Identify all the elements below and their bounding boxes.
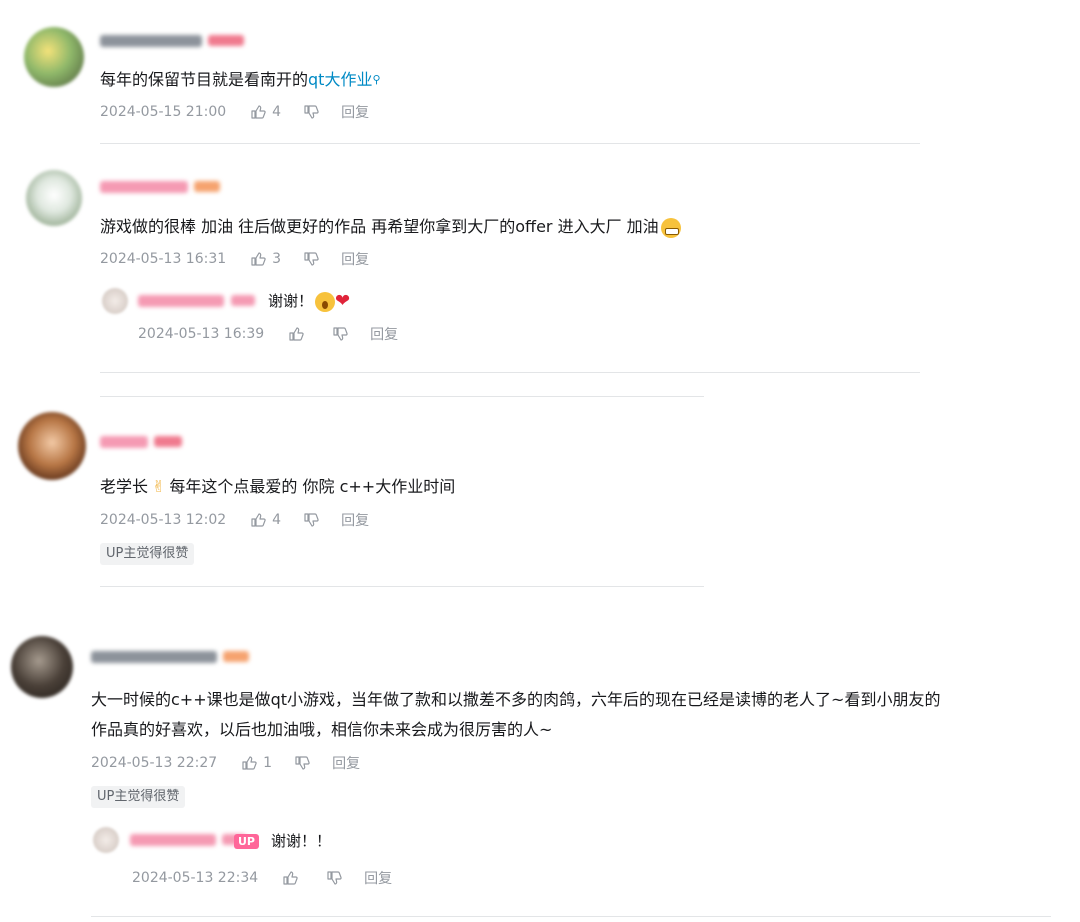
divider xyxy=(100,586,704,587)
thumb-up-icon xyxy=(251,513,266,527)
divider xyxy=(100,372,920,373)
comment-meta: 2024-05-13 22:27 1 回复 xyxy=(91,753,360,773)
like-button[interactable]: 4 xyxy=(250,512,281,528)
reply-button[interactable]: 回复 xyxy=(370,324,398,344)
reply-button[interactable]: 回复 xyxy=(341,510,369,530)
level-badge xyxy=(223,651,249,662)
comment-text: 游戏做的很棒 加油 往后做更好的作品 再希望你拿到大厂的offer 进入大厂 加… xyxy=(100,214,681,240)
thumb-up-icon xyxy=(289,327,304,341)
divider xyxy=(100,143,920,144)
thumb-down-icon xyxy=(333,327,348,341)
level-badge xyxy=(154,436,182,447)
comment-meta: 2024-05-13 12:02 4 回复 xyxy=(100,510,369,530)
dislike-button[interactable] xyxy=(294,755,310,771)
reply-button[interactable]: 回复 xyxy=(341,102,369,122)
reply-text: 谢谢！ ❤ xyxy=(268,288,350,315)
avatar[interactable] xyxy=(26,170,82,226)
up-liked-tag: UP主觉得很赞 xyxy=(91,786,186,808)
thumb-down-icon xyxy=(327,871,342,885)
thumb-down-icon xyxy=(295,756,310,770)
comment-meta: 2024-05-13 16:31 3 回复 xyxy=(100,249,369,269)
dislike-button[interactable] xyxy=(303,251,319,267)
divider xyxy=(91,916,1051,917)
dislike-button[interactable] xyxy=(303,104,319,120)
reply-text: 谢谢！！ xyxy=(271,832,332,850)
thumb-down-icon xyxy=(304,513,319,527)
username[interactable] xyxy=(91,651,217,663)
comment-time: 2024-05-13 12:02 xyxy=(100,512,227,528)
thumb-down-icon xyxy=(304,252,319,266)
search-icon: ⚲ xyxy=(372,73,381,86)
reply-meta: 2024-05-13 22:34 回复 xyxy=(132,868,392,888)
reply-level-badge xyxy=(231,295,255,306)
reply-time: 2024-05-13 16:39 xyxy=(138,326,265,342)
reply-username[interactable] xyxy=(130,834,216,846)
comment-text-line1: 大一时候的c++课也是做qt小游戏，当年做了款和以撒差不多的肉鸽，六年后的现在已… xyxy=(91,690,941,709)
level-badge xyxy=(194,181,220,192)
like-button[interactable] xyxy=(288,326,310,342)
thumb-down-icon xyxy=(304,105,319,119)
comment-text-line2: 作品真的好喜欢，以后也加油哦，相信你未来会成为很厉害的人~ xyxy=(91,720,553,739)
up-badge: UP xyxy=(234,834,259,849)
username[interactable] xyxy=(100,35,202,47)
dislike-button[interactable] xyxy=(326,870,342,886)
thumb-up-icon xyxy=(283,871,298,885)
like-count: 3 xyxy=(272,251,282,267)
like-button[interactable]: 1 xyxy=(241,755,272,771)
victory-hand-icon: ✌ xyxy=(152,477,166,496)
up-liked-tag: UP主觉得很赞 xyxy=(100,543,195,565)
reply-time: 2024-05-13 22:34 xyxy=(132,870,259,886)
dislike-button[interactable] xyxy=(332,326,348,342)
comment-time: 2024-05-13 16:31 xyxy=(100,251,227,267)
avatar[interactable] xyxy=(11,636,73,698)
like-button[interactable] xyxy=(282,870,304,886)
reply-button[interactable]: 回复 xyxy=(332,753,360,773)
comment-time: 2024-05-13 22:27 xyxy=(91,755,218,771)
reply-avatar[interactable] xyxy=(93,827,119,853)
reply-button[interactable]: 回复 xyxy=(364,868,392,888)
comment-text-body: 游戏做的很棒 加油 往后做更好的作品 再希望你拿到大厂的offer 进入大厂 加… xyxy=(100,217,659,236)
like-count: 1 xyxy=(263,755,273,771)
avatar[interactable] xyxy=(18,412,86,480)
reply-avatar[interactable] xyxy=(102,288,128,314)
reply-username[interactable] xyxy=(138,295,224,307)
shocked-emoji-icon xyxy=(315,291,336,312)
grin-emoji-icon xyxy=(660,217,681,238)
like-button[interactable]: 3 xyxy=(250,251,281,267)
username[interactable] xyxy=(100,436,148,448)
divider xyxy=(100,396,704,397)
avatar[interactable] xyxy=(24,27,84,87)
like-count: 4 xyxy=(272,512,282,528)
username[interactable] xyxy=(100,181,188,193)
comment-text-rest: 每年这个点最爱的 你院 c++大作业时间 xyxy=(169,477,456,496)
comment-text: 老学长 ✌ 每年这个点最爱的 你院 c++大作业时间 xyxy=(100,474,455,500)
comment-text-plain: 每年的保留节目就是看南开的 xyxy=(100,70,309,89)
like-count: 4 xyxy=(272,104,282,120)
thumb-up-icon xyxy=(251,105,266,119)
comment-text-body: 老学长 xyxy=(100,477,149,496)
level-badge xyxy=(208,35,244,46)
heart-icon: ❤ xyxy=(335,290,351,312)
comment-meta: 2024-05-15 21:00 4 回复 xyxy=(100,102,369,122)
reply-text-body: 谢谢！ xyxy=(268,292,314,310)
comment-text: 每年的保留节目就是看南开的qt大作业⚲ xyxy=(100,67,381,93)
dislike-button[interactable] xyxy=(303,512,319,528)
search-link[interactable]: qt大作业 xyxy=(308,70,372,89)
comment-time: 2024-05-15 21:00 xyxy=(100,104,227,120)
thumb-up-icon xyxy=(251,252,266,266)
reply-meta: 2024-05-13 16:39 回复 xyxy=(138,324,398,344)
thumb-up-icon xyxy=(242,756,257,770)
like-button[interactable]: 4 xyxy=(250,104,281,120)
reply-button[interactable]: 回复 xyxy=(341,249,369,269)
